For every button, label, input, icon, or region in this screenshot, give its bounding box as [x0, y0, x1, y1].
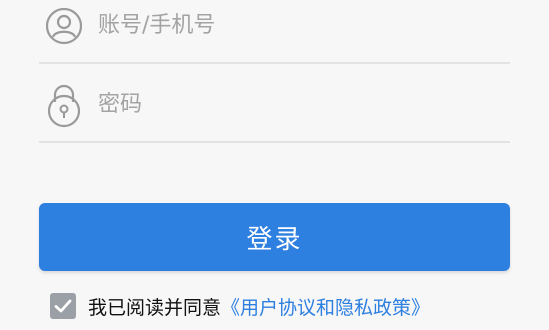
agreement-text: 我已阅读并同意: [88, 296, 222, 319]
policy-link[interactable]: 《用户协议和隐私政策》: [221, 293, 430, 320]
account-divider: [39, 62, 510, 64]
agreement-row: 我已阅读并同意 《用户协议和隐私政策》: [50, 290, 430, 322]
agreement-checkbox[interactable]: [50, 293, 76, 319]
account-field[interactable]: 账号/手机号: [39, 4, 510, 48]
account-input[interactable]: 账号/手机号: [98, 12, 498, 40]
password-field[interactable]: 密码: [39, 80, 510, 130]
check-icon: [54, 299, 72, 313]
login-button-label: 登录: [246, 224, 303, 255]
password-input[interactable]: 密码: [98, 91, 498, 119]
password-divider: [39, 141, 510, 143]
lock-icon: [46, 82, 82, 128]
login-button[interactable]: 登录: [39, 203, 510, 271]
user-icon: [45, 6, 83, 46]
